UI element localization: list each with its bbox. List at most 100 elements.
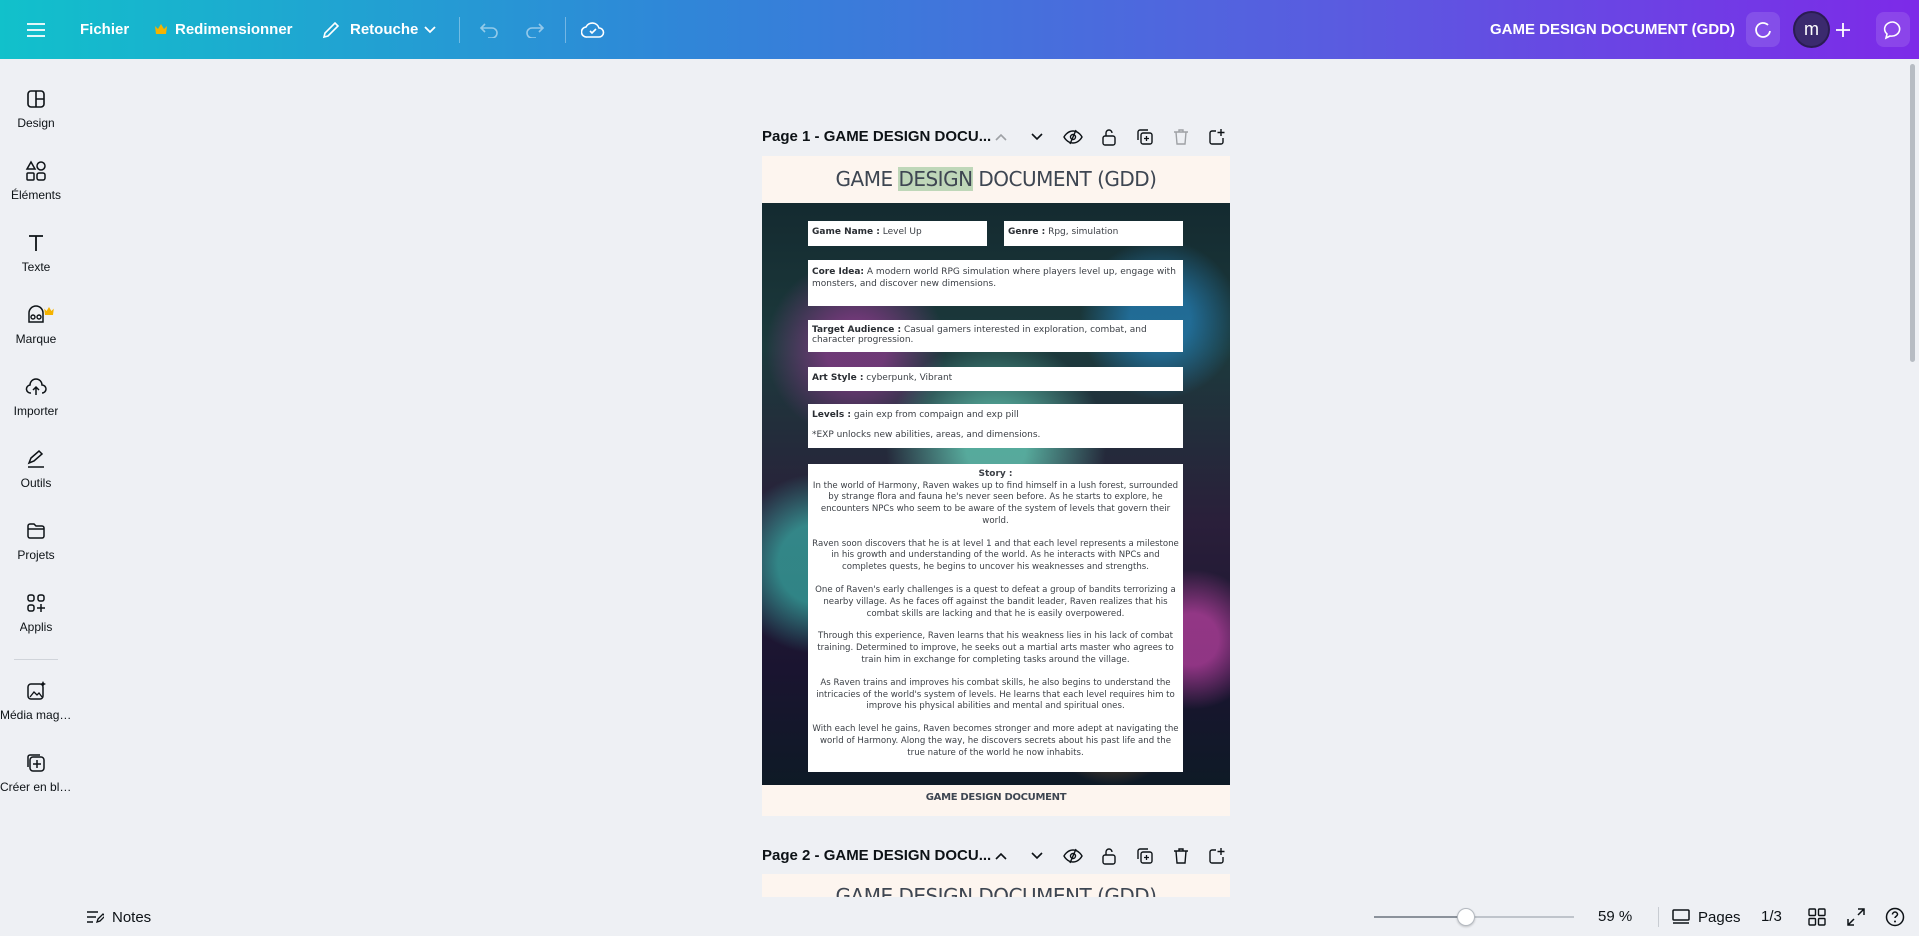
sidebar-item-label: Importer xyxy=(13,404,59,418)
page-counter: 1/3 xyxy=(1761,908,1782,925)
help-icon[interactable] xyxy=(1885,907,1905,927)
document-heading[interactable]: GAME DESIGN DOCUMENT (GDD) xyxy=(762,167,1230,191)
design-page-1[interactable]: GAME DESIGN DOCUMENT (GDD) Game Name : L… xyxy=(762,156,1230,816)
sidebar-divider xyxy=(14,659,58,660)
levels-box[interactable]: Levels : gain exp from compaign and exp … xyxy=(808,404,1183,448)
comments-button[interactable] xyxy=(1876,12,1910,47)
game-name-value: Level Up xyxy=(882,227,922,237)
core-idea-label: Core Idea: xyxy=(812,267,865,277)
art-style-value: cyberpunk, Vibrant xyxy=(866,373,953,383)
page-2-title[interactable]: Page 2 - GAME DESIGN DOCU... xyxy=(762,847,991,864)
hide-page-icon[interactable] xyxy=(1062,845,1084,867)
trash-icon[interactable] xyxy=(1170,845,1192,867)
avatar[interactable]: m xyxy=(1793,11,1830,48)
duplicate-page-icon[interactable] xyxy=(1134,126,1156,148)
retouch-menu-button[interactable]: Retouche xyxy=(350,21,418,38)
hide-page-icon[interactable] xyxy=(1062,126,1084,148)
genre-label: Genre : xyxy=(1008,227,1046,237)
genre-value: Rpg, simulation xyxy=(1048,227,1119,237)
sidebar-item-tools[interactable]: Outils xyxy=(0,440,72,504)
game-name-box[interactable]: Game Name : Level Up xyxy=(808,221,987,246)
sidebar-item-upload[interactable]: Importer xyxy=(0,368,72,432)
chevron-up-icon[interactable] xyxy=(990,845,1012,867)
sidebar-item-label: Média magi... xyxy=(0,708,72,722)
game-name-label: Game Name : xyxy=(812,227,880,237)
page-1-title[interactable]: Page 1 - GAME DESIGN DOCU... xyxy=(762,128,991,145)
art-style-label: Art Style : xyxy=(812,373,864,383)
story-paragraph: As Raven trains and improves his combat … xyxy=(816,677,1175,712)
redo-icon[interactable] xyxy=(523,18,547,42)
chevron-up-icon[interactable] xyxy=(990,126,1012,148)
sidebar-item-brand[interactable]: Marque xyxy=(0,296,72,360)
sidebar-item-design[interactable]: Design xyxy=(0,80,72,144)
pen-icon xyxy=(27,449,44,468)
page-2-header: Page 2 - GAME DESIGN DOCU... xyxy=(762,840,1230,870)
vertical-scrollbar[interactable] xyxy=(1910,64,1915,362)
undo-icon[interactable] xyxy=(477,18,501,42)
page-1-header: Page 1 - GAME DESIGN DOCU... xyxy=(762,121,1230,151)
lock-icon[interactable] xyxy=(1098,845,1120,867)
page-2-heading[interactable]: GAME DESIGN DOCUMENT (GDD) xyxy=(762,884,1230,897)
sidebar-item-apps[interactable]: Applis xyxy=(0,584,72,648)
zoom-slider[interactable] xyxy=(1374,908,1574,926)
sidebar-item-text[interactable]: Texte xyxy=(0,224,72,288)
add-page-icon[interactable] xyxy=(1206,126,1228,148)
chevron-down-icon[interactable] xyxy=(1026,845,1048,867)
core-idea-value: A modern world RPG simulation where play… xyxy=(812,267,1176,289)
zoom-slider-thumb[interactable] xyxy=(1457,908,1475,926)
duplicate-page-icon[interactable] xyxy=(1134,845,1156,867)
sidebar-item-bulk-create[interactable]: Créer en bloc xyxy=(0,744,72,808)
menu-icon[interactable] xyxy=(24,18,48,42)
plus-icon xyxy=(1836,23,1850,37)
sidebar-item-label: Éléments xyxy=(10,188,62,202)
sidebar-item-label: Marque xyxy=(15,332,57,346)
crown-icon xyxy=(44,307,54,315)
target-audience-box[interactable]: Target Audience : Casual gamers interest… xyxy=(808,320,1183,352)
activity-button[interactable] xyxy=(1746,12,1780,47)
trash-icon[interactable] xyxy=(1170,126,1192,148)
lock-icon[interactable] xyxy=(1098,126,1120,148)
magic-media-icon xyxy=(27,681,46,700)
apps-icon xyxy=(27,594,45,612)
design-page-2[interactable]: GAME DESIGN DOCUMENT (GDD) xyxy=(762,874,1230,897)
add-collaborator-button[interactable] xyxy=(1826,13,1860,47)
grid-view-icon[interactable] xyxy=(1808,908,1826,926)
document-footer[interactable]: GAME DESIGN DOCUMENT xyxy=(762,792,1230,803)
heading-text: GAME xyxy=(835,167,899,191)
heading-text: DOCUMENT (GDD) xyxy=(972,167,1157,191)
story-box[interactable]: Story : In the world of Harmony, Raven w… xyxy=(808,464,1183,772)
genre-box[interactable]: Genre : Rpg, simulation xyxy=(1004,221,1183,246)
chevron-down-icon[interactable] xyxy=(422,22,438,38)
resize-button[interactable]: Redimensionner xyxy=(175,21,293,38)
pages-icon xyxy=(1672,909,1690,924)
notes-label: Notes xyxy=(112,908,152,926)
story-paragraph: Through this experience, Raven learns th… xyxy=(817,631,1174,666)
document-title[interactable]: GAME DESIGN DOCUMENT (GDD) xyxy=(1490,21,1735,38)
heading-highlighted-word: DESIGN xyxy=(898,167,973,191)
target-audience-label: Target Audience : xyxy=(812,325,902,335)
file-menu-button[interactable]: Fichier xyxy=(80,21,129,38)
pages-button[interactable]: Pages xyxy=(1672,905,1741,929)
notes-button[interactable]: Notes xyxy=(86,905,151,929)
core-idea-box[interactable]: Core Idea: A modern world RPG simulation… xyxy=(808,260,1183,306)
sidebar-item-magic-media[interactable]: Média magi... xyxy=(0,672,72,736)
chevron-down-icon[interactable] xyxy=(1026,126,1048,148)
text-icon xyxy=(29,235,43,251)
add-page-icon[interactable] xyxy=(1206,845,1228,867)
levels-note: *EXP unlocks new abilities, areas, and d… xyxy=(812,429,1041,440)
cloud-saved-icon[interactable] xyxy=(580,17,606,43)
levels-label: Levels : xyxy=(812,410,851,420)
sidebar-item-projects[interactable]: Projets xyxy=(0,512,72,576)
art-style-box[interactable]: Art Style : cyberpunk, Vibrant xyxy=(808,367,1183,391)
zoom-level[interactable]: 59 % xyxy=(1598,908,1632,925)
sidebar-item-label: Texte xyxy=(21,260,51,274)
toolbar-divider xyxy=(459,17,460,43)
shapes-icon xyxy=(25,160,46,181)
sidebar-item-elements[interactable]: Éléments xyxy=(0,152,72,216)
avatar-letter: m xyxy=(1804,19,1819,39)
fullscreen-icon[interactable] xyxy=(1847,908,1865,926)
bottom-divider xyxy=(1658,907,1659,927)
comment-icon xyxy=(1883,20,1901,39)
pencil-icon xyxy=(320,19,342,41)
story-title: Story : xyxy=(978,469,1013,479)
